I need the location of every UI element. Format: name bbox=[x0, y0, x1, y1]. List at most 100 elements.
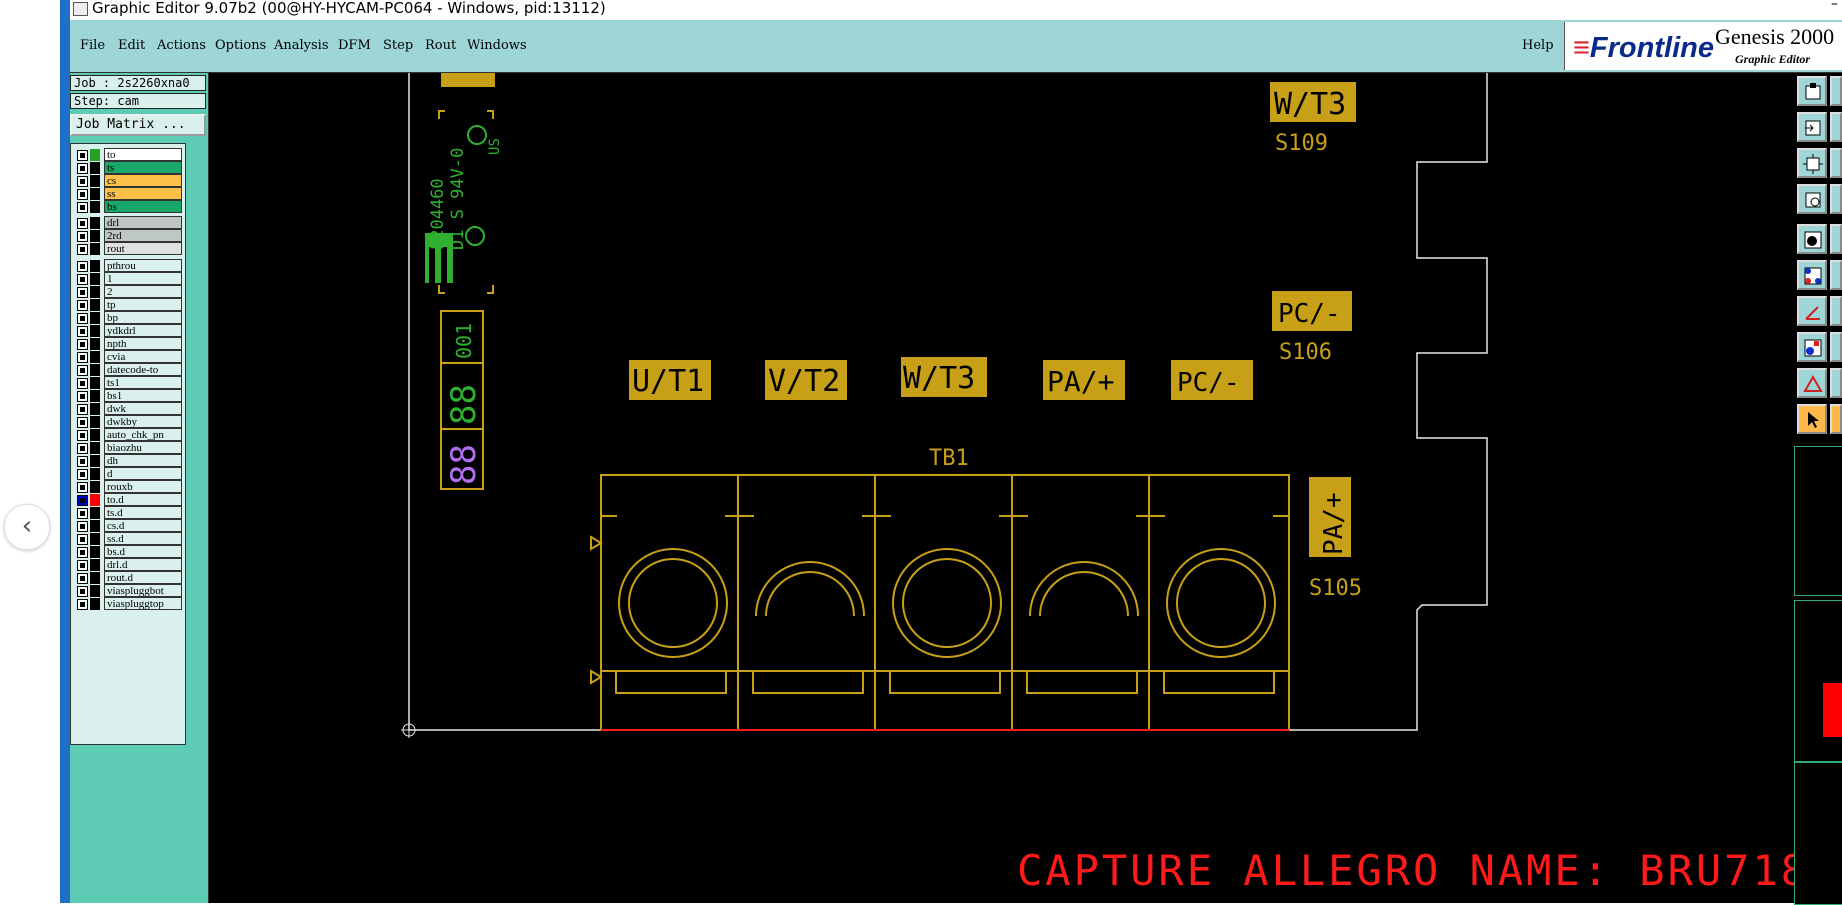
layer-name[interactable]: drl.d bbox=[104, 558, 182, 571]
layer-checkbox[interactable] bbox=[77, 521, 88, 532]
layer-checkbox[interactable] bbox=[77, 495, 88, 506]
tool-import-icon[interactable] bbox=[1797, 112, 1827, 142]
tool-zoom-extra[interactable] bbox=[1830, 184, 1842, 214]
layer-row[interactable]: viaspluggbot bbox=[71, 584, 185, 598]
layer-color-swatch[interactable] bbox=[90, 494, 100, 506]
layer-color-swatch[interactable] bbox=[90, 546, 100, 558]
layer-color-swatch[interactable] bbox=[90, 351, 100, 363]
menu-options[interactable]: Options bbox=[215, 38, 266, 53]
layer-checkbox[interactable] bbox=[77, 218, 88, 229]
layer-name[interactable]: cvia bbox=[104, 350, 182, 363]
layer-name[interactable]: rout bbox=[104, 242, 182, 255]
layer-row[interactable]: rout bbox=[71, 242, 185, 256]
layer-name[interactable]: bs.d bbox=[104, 545, 182, 558]
layer-color-swatch[interactable] bbox=[90, 533, 100, 545]
layer-color-swatch[interactable] bbox=[90, 455, 100, 467]
layer-name[interactable]: ydkdrl bbox=[104, 324, 182, 337]
tool-open-extra[interactable] bbox=[1830, 76, 1842, 106]
layer-name[interactable]: to bbox=[104, 148, 182, 161]
layer-color-swatch[interactable] bbox=[90, 390, 100, 402]
layer-name[interactable]: drl bbox=[104, 216, 182, 229]
job-matrix-button[interactable]: Job Matrix ... bbox=[70, 114, 206, 136]
layer-checkbox[interactable] bbox=[77, 244, 88, 255]
menu-actions[interactable]: Actions bbox=[157, 38, 206, 53]
layer-row[interactable]: auto_chk_pn bbox=[71, 428, 185, 442]
layer-color-swatch[interactable] bbox=[90, 217, 100, 229]
layer-name[interactable]: ss.d bbox=[104, 532, 182, 545]
layer-color-swatch[interactable] bbox=[90, 559, 100, 571]
layer-color-swatch[interactable] bbox=[90, 312, 100, 324]
layer-name[interactable]: bs bbox=[104, 200, 182, 213]
layer-row[interactable]: bs.d bbox=[71, 545, 185, 559]
layer-name[interactable]: rouxb bbox=[104, 480, 182, 493]
layer-row[interactable]: viaspluggtop bbox=[71, 597, 185, 611]
layer-row[interactable]: cs.d bbox=[71, 519, 185, 533]
layer-row[interactable]: dwk bbox=[71, 402, 185, 416]
layer-row[interactable]: datecode-to bbox=[71, 363, 185, 377]
layer-name[interactable]: ts.d bbox=[104, 506, 182, 519]
layer-checkbox[interactable] bbox=[77, 417, 88, 428]
menu-edit[interactable]: Edit bbox=[118, 38, 145, 53]
layer-checkbox[interactable] bbox=[77, 508, 88, 519]
layer-color-swatch[interactable] bbox=[90, 260, 100, 272]
layer-color-swatch[interactable] bbox=[90, 230, 100, 242]
layer-color-swatch[interactable] bbox=[90, 598, 100, 610]
tool-display-icon[interactable] bbox=[1797, 224, 1827, 254]
layer-name[interactable]: ts bbox=[104, 161, 182, 174]
layer-row[interactable]: 1 bbox=[71, 272, 185, 286]
layer-row[interactable]: 2 bbox=[71, 285, 185, 299]
layer-checkbox[interactable] bbox=[77, 163, 88, 174]
tool-open-icon[interactable] bbox=[1797, 76, 1827, 106]
layer-checkbox[interactable] bbox=[77, 287, 88, 298]
layer-row[interactable]: rout.d bbox=[71, 571, 185, 585]
layer-color-swatch[interactable] bbox=[90, 585, 100, 597]
layer-color-swatch[interactable] bbox=[90, 416, 100, 428]
layer-row[interactable]: biaozhu bbox=[71, 441, 185, 455]
layer-name[interactable]: cs.d bbox=[104, 519, 182, 532]
layer-color-swatch[interactable] bbox=[90, 162, 100, 174]
layer-row[interactable]: drl bbox=[71, 216, 185, 230]
layer-checkbox[interactable] bbox=[77, 231, 88, 242]
tool-angle-extra[interactable] bbox=[1830, 296, 1842, 326]
tool-fit-extra[interactable] bbox=[1830, 148, 1842, 178]
layer-row[interactable]: cs bbox=[71, 174, 185, 188]
tool-measure-icon[interactable] bbox=[1797, 368, 1827, 398]
layer-checkbox[interactable] bbox=[77, 326, 88, 337]
layer-color-swatch[interactable] bbox=[90, 299, 100, 311]
layer-checkbox[interactable] bbox=[77, 189, 88, 200]
tool-select-icon[interactable] bbox=[1797, 404, 1827, 434]
layer-name[interactable]: d bbox=[104, 467, 182, 480]
layer-checkbox[interactable] bbox=[77, 430, 88, 441]
layer-checkbox[interactable] bbox=[77, 534, 88, 545]
layer-checkbox[interactable] bbox=[77, 391, 88, 402]
layer-name[interactable]: npth bbox=[104, 337, 182, 350]
layer-row[interactable]: to.d bbox=[71, 493, 185, 507]
tool-select-extra[interactable] bbox=[1830, 404, 1842, 434]
layer-name[interactable]: cs bbox=[104, 174, 182, 187]
menu-help[interactable]: Help bbox=[1522, 38, 1554, 53]
menu-analysis[interactable]: Analysis bbox=[274, 38, 329, 53]
layer-row[interactable]: rouxb bbox=[71, 480, 185, 494]
layer-checkbox[interactable] bbox=[77, 482, 88, 493]
layer-color-swatch[interactable] bbox=[90, 481, 100, 493]
layer-checkbox[interactable] bbox=[77, 176, 88, 187]
layer-row[interactable]: bs bbox=[71, 200, 185, 214]
layer-name[interactable]: dwkby bbox=[104, 415, 182, 428]
layer-color-swatch[interactable] bbox=[90, 403, 100, 415]
menu-dfm[interactable]: DFM bbox=[338, 38, 371, 53]
layer-color-swatch[interactable] bbox=[90, 429, 100, 441]
layer-color-swatch[interactable] bbox=[90, 520, 100, 532]
layer-name[interactable]: to.d bbox=[104, 493, 182, 506]
layer-checkbox[interactable] bbox=[77, 573, 88, 584]
previous-arrow-button[interactable]: ‹ bbox=[4, 504, 50, 550]
layer-row[interactable]: dh bbox=[71, 454, 185, 468]
layer-name[interactable]: bp bbox=[104, 311, 182, 324]
layer-color-swatch[interactable] bbox=[90, 188, 100, 200]
tool-fit-icon[interactable] bbox=[1797, 148, 1827, 178]
layer-row[interactable]: ydkdrl bbox=[71, 324, 185, 338]
layer-color-swatch[interactable] bbox=[90, 243, 100, 255]
tool-import-extra[interactable] bbox=[1830, 112, 1842, 142]
layer-name[interactable]: viaspluggbot bbox=[104, 584, 182, 597]
layer-checkbox[interactable] bbox=[77, 586, 88, 597]
layer-name[interactable]: pthrou bbox=[104, 259, 182, 272]
